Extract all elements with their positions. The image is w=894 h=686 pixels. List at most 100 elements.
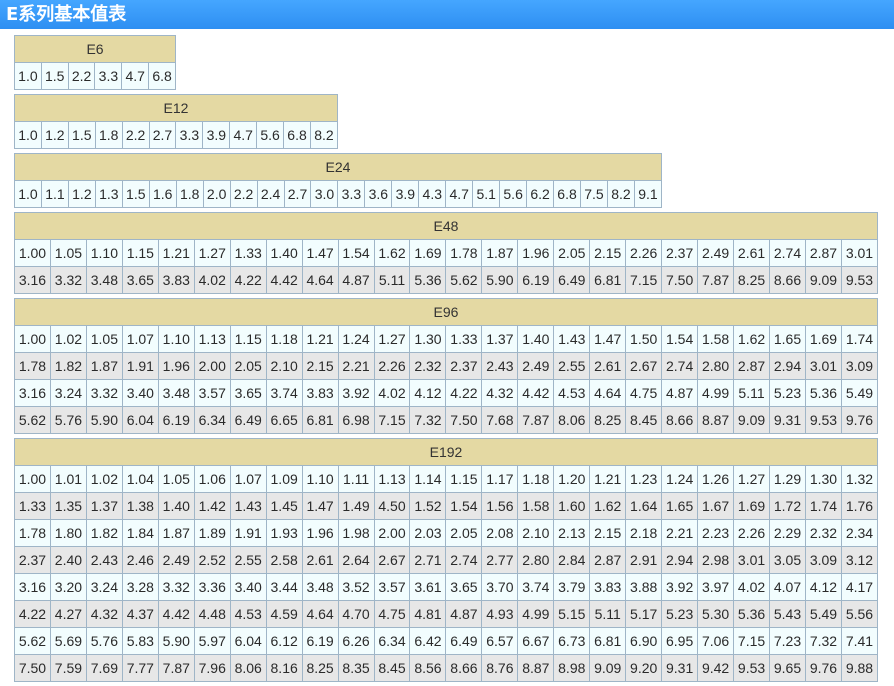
value-cell: 1.13 xyxy=(373,465,411,493)
value-cell: 9.53 xyxy=(840,266,879,294)
value-cell: 7.77 xyxy=(121,654,159,682)
value-cell: 7.15 xyxy=(625,266,663,294)
value-cell: 2.55 xyxy=(553,352,591,380)
table-row: 4.22 4.27 4.32 4.37 4.42 4.48 4.53 4.59 4.64 4.70… xyxy=(14,600,879,628)
value-cell: 6.42 xyxy=(409,627,447,655)
value-cell: 3.16 xyxy=(14,379,51,407)
value-cell: 1.07 xyxy=(229,465,267,493)
value-cell: 1.20 xyxy=(553,465,591,493)
value-cell: 5.97 xyxy=(193,627,231,655)
value-cell: 2.05 xyxy=(229,352,267,380)
value-cell: 5.76 xyxy=(49,406,87,434)
value-cell: 5.69 xyxy=(49,627,87,655)
value-cell: 1.54 xyxy=(337,239,375,267)
value-cell: 1.78 xyxy=(14,352,51,380)
value-cell: 5.1 xyxy=(472,180,501,208)
value-cell: 1.37 xyxy=(85,492,123,520)
value-cell: 1.17 xyxy=(481,465,519,493)
value-cell: 2.2 xyxy=(229,180,258,208)
value-cell: 6.49 xyxy=(553,266,591,294)
value-cell: 2.29 xyxy=(769,519,806,547)
value-cell: 9.42 xyxy=(697,654,735,682)
value-cell: 7.32 xyxy=(409,406,447,434)
value-cell: 3.48 xyxy=(157,379,195,407)
value-cell: 3.32 xyxy=(49,266,87,294)
value-cell: 1.05 xyxy=(85,325,123,353)
value-cell: 6.73 xyxy=(553,627,591,655)
value-cell: 4.7 xyxy=(121,62,150,90)
value-cell: 2.18 xyxy=(625,519,663,547)
value-cell: 1.11 xyxy=(337,465,375,493)
value-cell: 6.8 xyxy=(148,62,176,90)
value-cell: 4.07 xyxy=(769,573,806,601)
value-cell: 1.37 xyxy=(481,325,519,353)
value-cell: 4.64 xyxy=(301,600,339,628)
value-cell: 7.59 xyxy=(49,654,87,682)
value-cell: 4.17 xyxy=(840,573,879,601)
value-cell: 4.02 xyxy=(373,379,411,407)
value-cell: 1.40 xyxy=(157,492,195,520)
value-cell: 1.8 xyxy=(94,121,123,149)
value-cell: 1.58 xyxy=(697,325,735,353)
value-cell: 2.21 xyxy=(337,352,375,380)
value-cell: 3.09 xyxy=(804,546,842,574)
value-cell: 8.66 xyxy=(445,654,483,682)
value-cell: 8.66 xyxy=(769,266,806,294)
value-cell: 5.11 xyxy=(373,266,411,294)
value-cell: 5.43 xyxy=(769,600,806,628)
value-cell: 1.15 xyxy=(121,239,159,267)
value-cell: 2.55 xyxy=(229,546,267,574)
value-cell: 1.14 xyxy=(409,465,447,493)
value-cell: 2.21 xyxy=(661,519,699,547)
value-cell: 1.05 xyxy=(157,465,195,493)
value-cell: 9.31 xyxy=(769,406,806,434)
value-cell: 3.24 xyxy=(49,379,87,407)
value-cell: 4.22 xyxy=(14,600,51,628)
value-cell: 3.57 xyxy=(373,573,411,601)
value-cell: 1.98 xyxy=(337,519,375,547)
value-cell: 3.3 xyxy=(175,121,204,149)
value-cell: 1.21 xyxy=(157,239,195,267)
value-cell: 6.19 xyxy=(517,266,555,294)
value-cell: 5.6 xyxy=(499,180,528,208)
value-cell: 8.87 xyxy=(697,406,735,434)
value-cell: 1.35 xyxy=(49,492,87,520)
value-cell: 1.24 xyxy=(661,465,699,493)
value-cell: 8.76 xyxy=(481,654,519,682)
value-cell: 3.40 xyxy=(229,573,267,601)
value-cell: 9.53 xyxy=(804,406,842,434)
value-cell: 5.15 xyxy=(553,600,591,628)
value-cell: 7.15 xyxy=(733,627,771,655)
value-cell: 9.76 xyxy=(840,406,879,434)
value-cell: 1.33 xyxy=(14,492,51,520)
value-cell: 5.17 xyxy=(625,600,663,628)
value-cell: 1.04 xyxy=(121,465,159,493)
value-cell: 7.68 xyxy=(481,406,519,434)
e96-table: E96 1.00 1.02 1.05 1.07 1.10 1.13 1.15 1.18 1.21… xyxy=(14,298,879,434)
value-cell: 7.87 xyxy=(157,654,195,682)
value-cell: 2.84 xyxy=(553,546,591,574)
value-cell: 6.81 xyxy=(589,266,627,294)
value-cell: 2.2 xyxy=(121,121,150,149)
value-cell: 3.24 xyxy=(85,573,123,601)
value-cell: 1.69 xyxy=(733,492,771,520)
value-cell: 1.82 xyxy=(49,352,87,380)
value-cell: 2.91 xyxy=(625,546,663,574)
value-cell: 1.2 xyxy=(67,180,96,208)
value-cell: 9.09 xyxy=(589,654,627,682)
value-cell: 4.93 xyxy=(481,600,519,628)
value-cell: 8.2 xyxy=(309,121,339,149)
value-cell: 1.33 xyxy=(445,325,483,353)
value-cell: 5.90 xyxy=(481,266,519,294)
value-cell: 7.06 xyxy=(697,627,735,655)
value-cell: 3.9 xyxy=(391,180,420,208)
value-cell: 4.27 xyxy=(49,600,87,628)
value-cell: 4.87 xyxy=(661,379,699,407)
value-cell: 5.90 xyxy=(157,627,195,655)
value-cell: 1.74 xyxy=(804,492,842,520)
value-cell: 1.00 xyxy=(14,465,51,493)
value-cell: 4.53 xyxy=(553,379,591,407)
value-cell: 3.9 xyxy=(202,121,231,149)
value-cell: 8.87 xyxy=(517,654,555,682)
value-cell: 2.00 xyxy=(373,519,411,547)
